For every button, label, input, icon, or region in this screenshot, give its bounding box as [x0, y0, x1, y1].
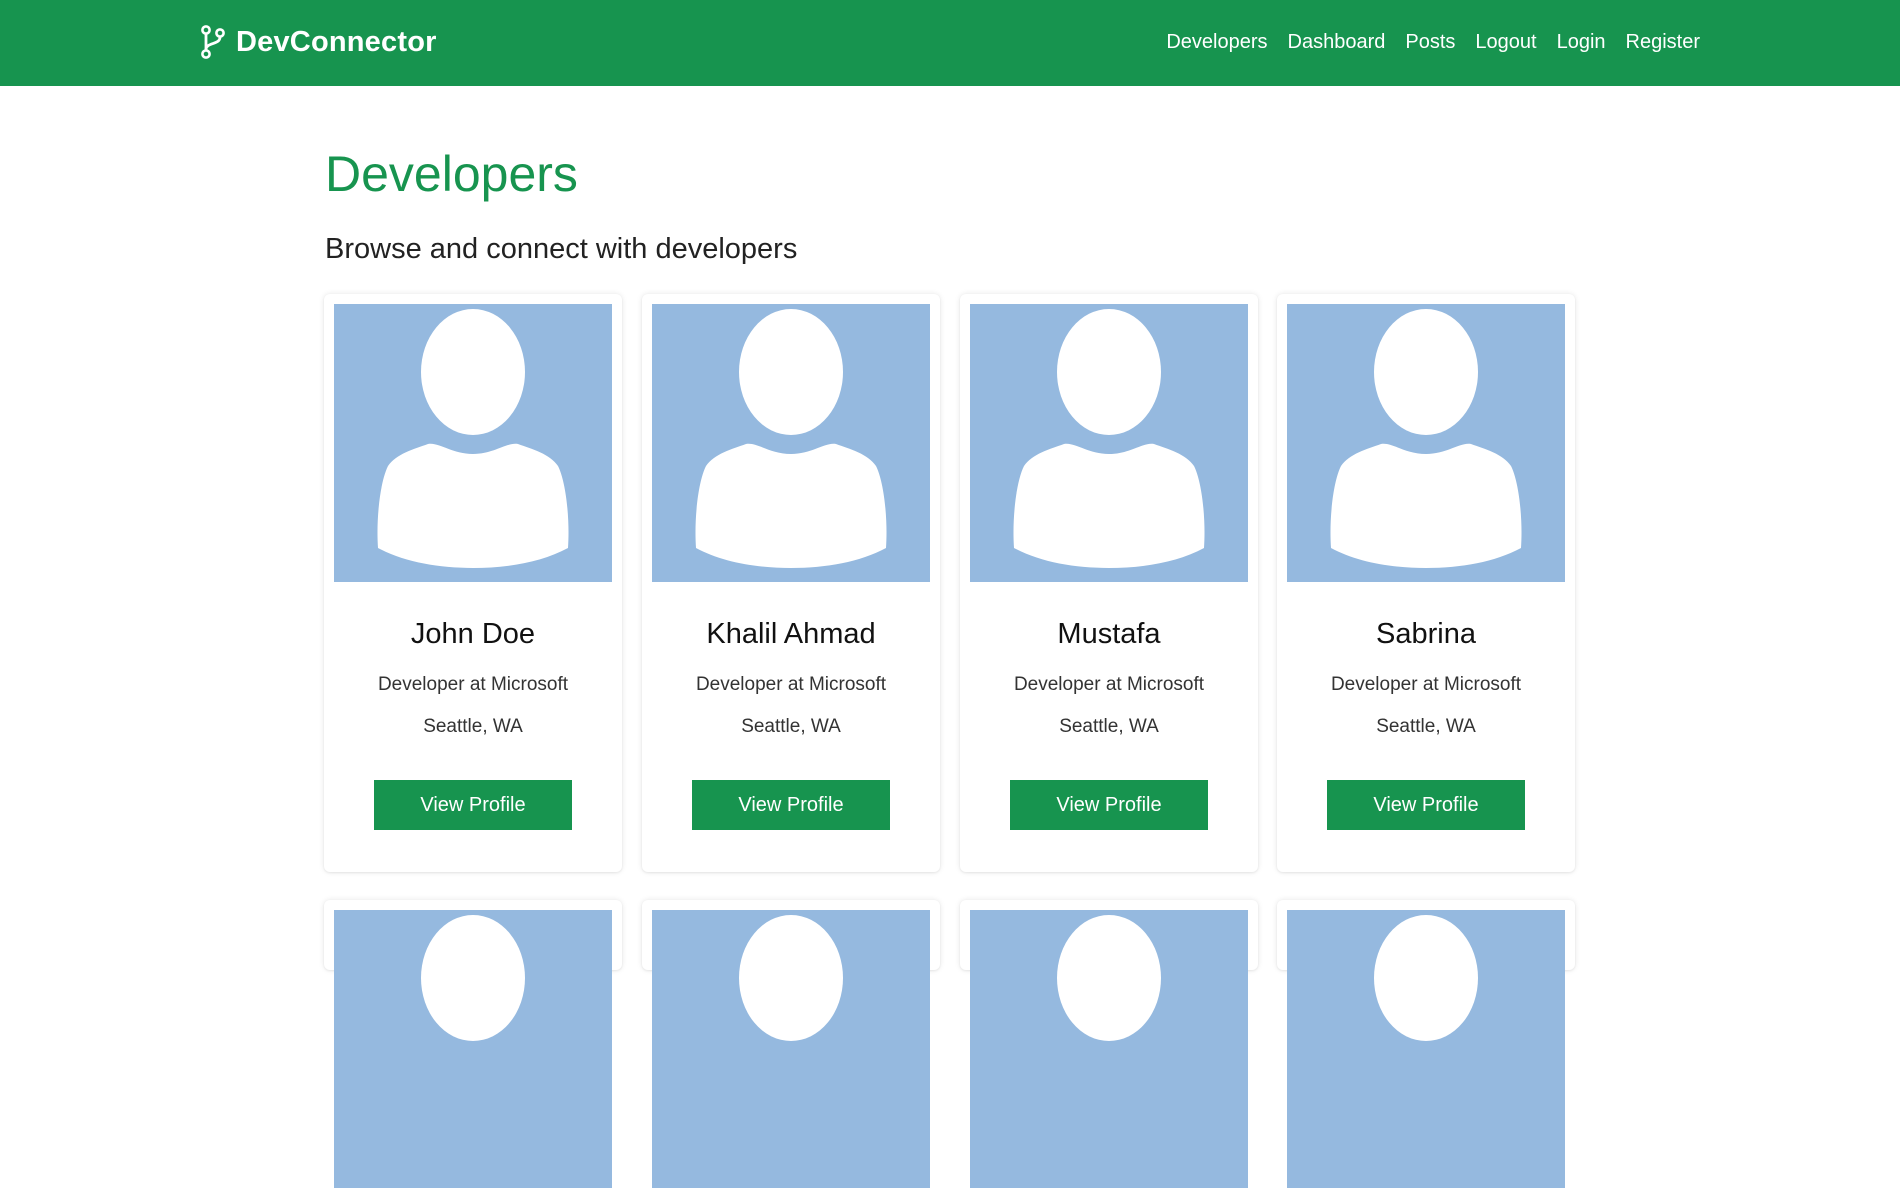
view-profile-button[interactable]: View Profile: [692, 780, 890, 830]
user-silhouette-icon: [1057, 915, 1161, 1041]
user-silhouette-icon: [1330, 309, 1522, 568]
profile-card: [324, 900, 622, 1188]
developer-status: Developer at Microsoft: [1013, 674, 1205, 695]
avatar: [970, 910, 1248, 1188]
view-profile-button[interactable]: View Profile: [374, 780, 572, 830]
profile-card: Khalil Ahmad Developer at Microsoft Seat…: [642, 294, 940, 872]
user-silhouette-icon: [739, 915, 843, 1041]
profile-card: Mustafa Developer at Microsoft Seattle, …: [960, 294, 1258, 872]
avatar: [334, 304, 612, 582]
developer-name: John Doe: [410, 618, 536, 650]
developer-status: Developer at Microsoft: [695, 674, 887, 695]
view-profile-button[interactable]: View Profile: [1327, 780, 1525, 830]
profiles-grid: John Doe Developer at Microsoft Seattle,…: [0, 0, 1900, 1188]
developer-name: Sabrina: [1376, 618, 1476, 650]
user-silhouette-icon: [1013, 309, 1205, 568]
developer-location: Seattle, WA: [741, 716, 841, 737]
user-silhouette-icon: [421, 915, 525, 1041]
profile-card: John Doe Developer at Microsoft Seattle,…: [324, 294, 622, 872]
avatar: [334, 910, 612, 1188]
developer-name: Mustafa: [1057, 618, 1161, 650]
avatar: [652, 910, 930, 1188]
developer-status: Developer at Microsoft: [377, 674, 569, 695]
profile-card: Sabrina Developer at Microsoft Seattle, …: [1277, 294, 1575, 872]
avatar: [652, 304, 930, 582]
view-profile-button[interactable]: View Profile: [1010, 780, 1208, 830]
developer-location: Seattle, WA: [1376, 716, 1476, 737]
user-silhouette-icon: [1374, 915, 1478, 1041]
user-silhouette-icon: [377, 309, 569, 568]
developer-status: Developer at Microsoft: [1330, 674, 1522, 695]
developer-location: Seattle, WA: [423, 716, 523, 737]
profile-card: [960, 900, 1258, 1188]
developer-name: Khalil Ahmad: [706, 618, 876, 650]
avatar: [1287, 304, 1565, 582]
avatar: [1287, 910, 1565, 1188]
profile-card: [1277, 900, 1575, 1188]
avatar: [970, 304, 1248, 582]
developer-location: Seattle, WA: [1059, 716, 1159, 737]
user-silhouette-icon: [695, 309, 887, 568]
profile-card: [642, 900, 940, 1188]
